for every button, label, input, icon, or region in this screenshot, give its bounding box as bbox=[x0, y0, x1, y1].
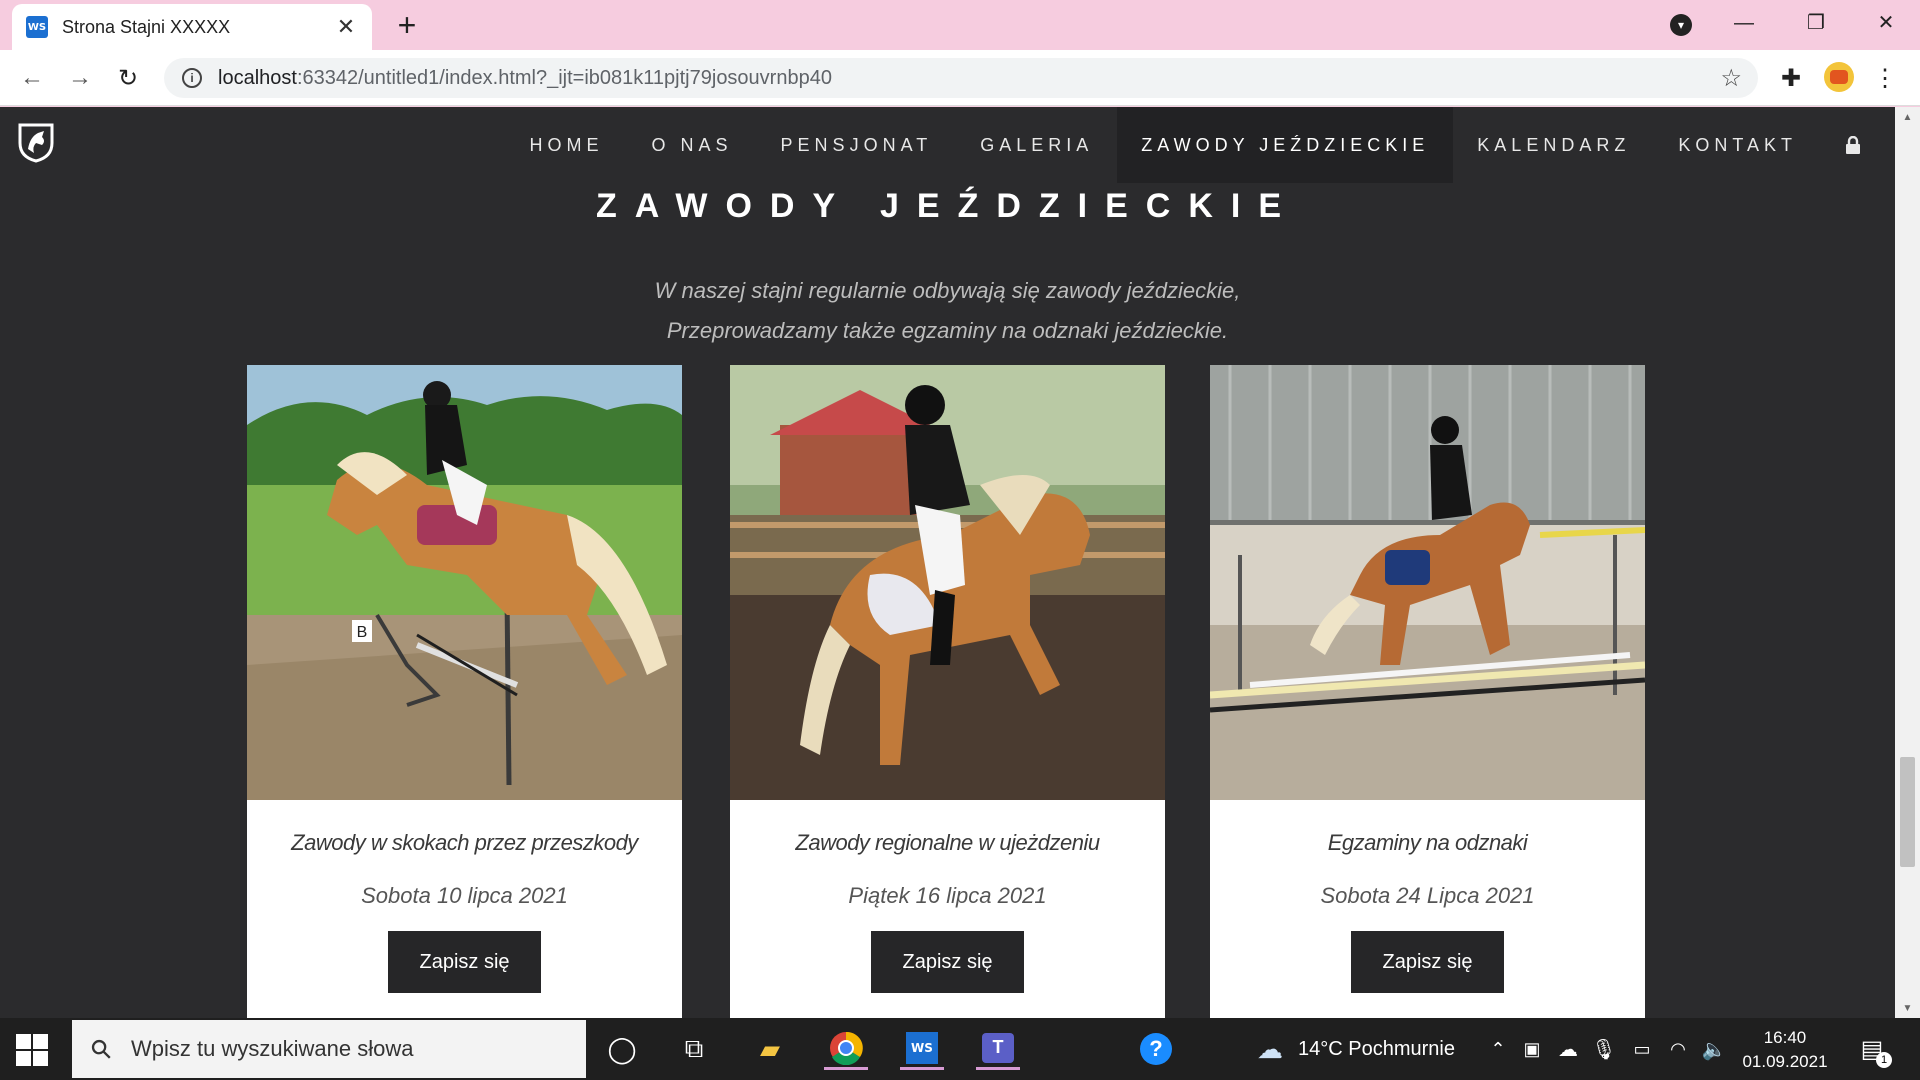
close-tab-icon[interactable]: ✕ bbox=[334, 14, 358, 40]
search-icon: ⚲ bbox=[83, 1031, 119, 1066]
card-date: Piątek 16 lipca 2021 bbox=[848, 883, 1047, 908]
signup-button[interactable]: Zapisz się bbox=[388, 931, 541, 993]
page-title: ZAWODY JEŹDZIECKIE bbox=[595, 187, 1300, 225]
page-scrollbar[interactable]: ▲ ▼ bbox=[1895, 107, 1920, 1018]
webstorm-icon[interactable]: WS bbox=[900, 1028, 944, 1070]
tab-title: Strona Stajni XXXXX bbox=[62, 16, 231, 37]
extensions-puzzle-icon[interactable]: ✚ bbox=[1776, 64, 1806, 93]
windows-taskbar: ⚲ Wpisz tu wyszukiwane słowa ◯ ⧉ ▰ WS T … bbox=[0, 1018, 1920, 1080]
cloud-weather-icon[interactable]: ☁ bbox=[1248, 1028, 1292, 1070]
web-page: HOME O NAS PENSJONAT GALERIA ZAWODY JEŹD… bbox=[0, 107, 1895, 1018]
card-title: Zawody regionalne w ujeżdzeniu bbox=[795, 830, 1100, 855]
horse-logo-icon[interactable] bbox=[14, 119, 58, 163]
url-text[interactable]: localhost:63342/untitled1/index.html?_ij… bbox=[218, 67, 832, 90]
scroll-down-arrow-icon[interactable]: ▼ bbox=[1895, 998, 1920, 1018]
nav-galeria[interactable]: GALERIA bbox=[956, 107, 1117, 183]
event-card: B Zawody w skokach przez przeszkody Sobo… bbox=[247, 365, 682, 1018]
intro-line-1: W naszej stajni regularnie odbywają się … bbox=[654, 278, 1241, 303]
weather-text[interactable]: 14°C Pochmurnie bbox=[1298, 1038, 1455, 1061]
site-info-icon[interactable]: i bbox=[182, 68, 202, 88]
forward-arrow-icon[interactable]: → bbox=[62, 60, 98, 96]
windows-start-icon[interactable] bbox=[14, 1032, 48, 1066]
file-explorer-icon[interactable]: ▰ bbox=[748, 1028, 792, 1070]
cortana-icon[interactable]: ◯ bbox=[600, 1028, 644, 1070]
restore-button[interactable]: ❐ bbox=[1796, 8, 1836, 38]
card-title: Egzaminy na odznaki bbox=[1327, 830, 1528, 855]
reload-icon[interactable]: ↻ bbox=[110, 60, 146, 96]
address-bar[interactable]: i localhost:63342/untitled1/index.html?_… bbox=[164, 58, 1758, 98]
nav-kalendarz[interactable]: KALENDARZ bbox=[1453, 107, 1654, 183]
back-arrow-icon[interactable]: ← bbox=[14, 60, 50, 96]
browser-toolbar: ← → ↻ i localhost:63342/untitled1/index.… bbox=[0, 50, 1920, 106]
site-nav: HOME O NAS PENSJONAT GALERIA ZAWODY JEŹD… bbox=[506, 107, 1895, 183]
clock-date: 01.09.2021 bbox=[1742, 1052, 1828, 1071]
event-card: Egzaminy na odznaki Sobota 24 Lipca 2021… bbox=[1209, 365, 1646, 1018]
help-icon[interactable]: ? bbox=[1134, 1028, 1178, 1070]
browser-tab-strip: WS Strona Stajni XXXXX ✕ + ▾ — ❐ ✕ bbox=[0, 0, 1920, 50]
webstorm-favicon-icon: WS bbox=[26, 16, 48, 38]
notifications-icon[interactable]: ▤ 1 bbox=[1850, 1028, 1894, 1070]
menu-kebab-icon[interactable]: ⋮ bbox=[1870, 64, 1900, 93]
photo-dressage bbox=[730, 365, 1165, 800]
task-view-icon[interactable]: ⧉ bbox=[672, 1028, 716, 1070]
signup-button[interactable]: Zapisz się bbox=[871, 931, 1024, 993]
nav-kontakt[interactable]: KONTAKT bbox=[1654, 107, 1821, 183]
event-card: Zawody regionalne w ujeżdzeniu Piątek 16… bbox=[730, 365, 1165, 1018]
photo-indoor-jumping bbox=[1209, 365, 1646, 800]
nav-zawody-jezdzieckie[interactable]: ZAWODY JEŹDZIECKIE bbox=[1117, 107, 1454, 183]
search-placeholder: Wpisz tu wyszukiwane słowa bbox=[131, 1036, 414, 1061]
signup-button[interactable]: Zapisz się bbox=[1351, 931, 1504, 993]
intro-text: W naszej stajni regularnie odbywają się … bbox=[0, 271, 1895, 351]
notification-count-badge: 1 bbox=[1876, 1052, 1892, 1068]
intro-line-2: Przeprowadzamy także egzaminy na odznaki… bbox=[666, 318, 1229, 343]
nav-o-nas[interactable]: O NAS bbox=[628, 107, 757, 183]
card-date: Sobota 24 Lipca 2021 bbox=[1320, 883, 1535, 908]
tab-search-icon[interactable]: ▾ bbox=[1670, 14, 1692, 36]
taskbar-search-input[interactable]: ⚲ Wpisz tu wyszukiwane słowa bbox=[72, 1020, 586, 1078]
bookmark-star-icon[interactable]: ☆ bbox=[1720, 64, 1742, 93]
teams-icon[interactable]: T bbox=[976, 1028, 1020, 1070]
scroll-up-arrow-icon[interactable]: ▲ bbox=[1895, 107, 1920, 127]
nav-home[interactable]: HOME bbox=[506, 107, 628, 183]
obstacle-sign-label: B bbox=[357, 624, 368, 641]
chrome-icon[interactable] bbox=[824, 1028, 868, 1070]
card-date: Sobota 10 lipca 2021 bbox=[361, 883, 568, 908]
scrollbar-thumb[interactable] bbox=[1900, 757, 1915, 867]
profile-avatar[interactable] bbox=[1824, 62, 1854, 92]
system-clock[interactable]: 16:40 01.09.2021 bbox=[1730, 1026, 1840, 1074]
photo-show-jumping: B bbox=[247, 365, 682, 800]
card-title: Zawody w skokach przez przeszkody bbox=[291, 830, 638, 855]
nav-pensjonat[interactable]: PENSJONAT bbox=[757, 107, 957, 183]
close-window-button[interactable]: ✕ bbox=[1866, 8, 1906, 38]
browser-tab[interactable]: WS Strona Stajni XXXXX ✕ bbox=[12, 4, 372, 50]
minimize-button[interactable]: — bbox=[1724, 8, 1764, 38]
clock-time: 16:40 bbox=[1763, 1028, 1807, 1047]
lock-icon[interactable] bbox=[1821, 107, 1895, 183]
new-tab-button[interactable]: + bbox=[392, 8, 422, 42]
